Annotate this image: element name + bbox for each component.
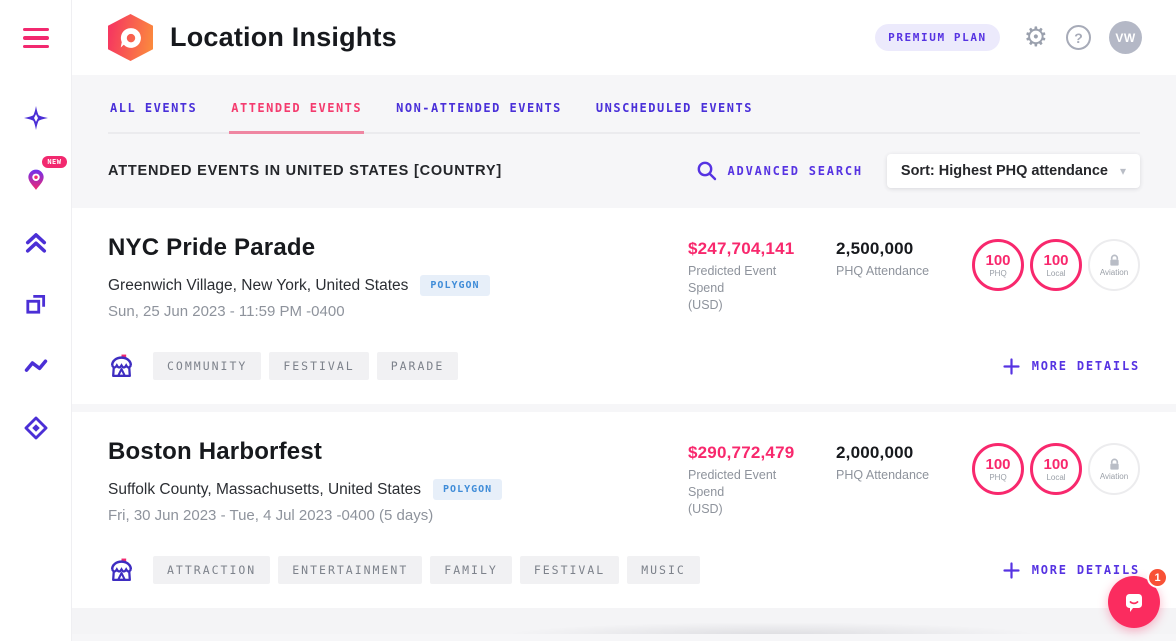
- hamburger-icon: [23, 28, 49, 31]
- tab-all-events[interactable]: ALL EVENTS: [108, 87, 199, 132]
- lock-icon: [1108, 458, 1121, 471]
- category-tag: FAMILY: [430, 556, 512, 584]
- overlapping-squares-icon: [24, 292, 48, 316]
- event-location: Greenwich Village, New York, United Stat…: [108, 277, 408, 295]
- phq-attendance-label: PHQ Attendance: [836, 467, 948, 484]
- main-area: Location Insights PREMIUM PLAN ⚙ ? VW AL…: [72, 0, 1176, 641]
- sort-dropdown[interactable]: Sort: Highest PHQ attendance ▾: [887, 154, 1140, 188]
- search-icon: [696, 160, 718, 182]
- tab-attended-events[interactable]: ATTENDED EVENTS: [229, 87, 364, 134]
- sidebar-item-events[interactable]: [16, 284, 56, 324]
- plus-icon: [1003, 562, 1020, 579]
- polygon-badge: POLYGON: [420, 275, 489, 296]
- page-title: Location Insights: [170, 22, 875, 53]
- new-badge: NEW: [42, 156, 66, 168]
- phq-attendance-value: 2,500,000: [836, 239, 948, 259]
- sparkle-icon: [24, 106, 48, 130]
- gear-icon: ⚙: [1024, 24, 1048, 51]
- sidebar-item-rank[interactable]: [16, 222, 56, 262]
- category-tag: COMMUNITY: [153, 352, 261, 380]
- phq-rank-badge: 100 PHQ: [972, 443, 1024, 495]
- rank-badges: 100 PHQ 100 Local Aviation: [972, 443, 1140, 495]
- section-title: ATTENDED EVENTS IN UNITED STATES [COUNTR…: [108, 163, 696, 179]
- category-tag: ATTRACTION: [153, 556, 270, 584]
- help-button[interactable]: ?: [1066, 25, 1091, 50]
- category-tag: MUSIC: [627, 556, 700, 584]
- app-logo: [108, 14, 153, 61]
- results-toolbar: ATTENDED EVENTS IN UNITED STATES [COUNTR…: [72, 134, 1176, 208]
- pin-logo-icon: [117, 24, 145, 52]
- event-title: Boston Harborfest: [108, 438, 688, 466]
- local-rank-badge: 100 Local: [1030, 239, 1082, 291]
- plus-icon: [1003, 358, 1020, 375]
- app-header: Location Insights PREMIUM PLAN ⚙ ? VW: [72, 0, 1176, 75]
- app-window: NEW: [0, 0, 1176, 641]
- event-card: NYC Pride Parade Greenwich Village, New …: [72, 208, 1176, 404]
- more-details-button[interactable]: MORE DETAILS: [1003, 562, 1140, 579]
- help-icon: ?: [1066, 25, 1091, 50]
- lock-icon: [1108, 254, 1121, 267]
- category-tag: PARADE: [377, 352, 459, 380]
- user-avatar[interactable]: VW: [1109, 21, 1142, 54]
- event-stats: $290,772,479 Predicted Event Spend (USD)…: [688, 438, 1140, 518]
- event-date: Fri, 30 Jun 2023 - Tue, 4 Jul 2023 -0400…: [108, 507, 688, 524]
- settings-button[interactable]: ⚙: [1024, 24, 1048, 51]
- advanced-search-button[interactable]: ADVANCED SEARCH: [696, 160, 863, 182]
- sidebar-item-trends[interactable]: [16, 346, 56, 386]
- plan-badge: PREMIUM PLAN: [875, 24, 1000, 51]
- predicted-spend-value: $247,704,141: [688, 239, 812, 259]
- sidebar-item-insights[interactable]: [16, 98, 56, 138]
- card-divider: [72, 404, 1176, 412]
- map-pin-icon: [24, 168, 48, 192]
- menu-toggle-button[interactable]: [23, 28, 49, 48]
- next-card-peek: [72, 608, 1176, 634]
- sidebar-item-api[interactable]: [16, 408, 56, 448]
- diamond-arrows-icon: [23, 415, 49, 441]
- festival-tent-icon: [108, 557, 135, 584]
- tab-non-attended-events[interactable]: NON-ATTENDED EVENTS: [394, 87, 564, 132]
- chat-bubble-icon: [1121, 589, 1147, 615]
- event-date: Sun, 25 Jun 2023 - 11:59 PM -0400: [108, 303, 688, 320]
- event-location: Suffolk County, Massachusetts, United St…: [108, 481, 421, 499]
- sidebar-nav: NEW: [16, 98, 56, 448]
- category-tags: COMMUNITY FESTIVAL PARADE: [108, 352, 458, 380]
- sidebar: NEW: [0, 0, 72, 641]
- aviation-rank-badge-locked: Aviation: [1088, 239, 1140, 291]
- phq-attendance-value: 2,000,000: [836, 443, 948, 463]
- chevron-down-icon: ▾: [1120, 164, 1126, 178]
- category-tag: ENTERTAINMENT: [278, 556, 422, 584]
- category-tag: FESTIVAL: [520, 556, 619, 584]
- aviation-rank-badge-locked: Aviation: [1088, 443, 1140, 495]
- local-rank-badge: 100 Local: [1030, 443, 1082, 495]
- festival-tent-icon: [108, 353, 135, 380]
- double-chevron-up-icon: [23, 229, 49, 255]
- events-tab-bar: ALL EVENTS ATTENDED EVENTS NON-ATTENDED …: [108, 75, 1140, 134]
- sidebar-item-locations[interactable]: NEW: [16, 160, 56, 200]
- predicted-spend-label: Predicted Event Spend: [688, 468, 776, 499]
- event-card: Boston Harborfest Suffolk County, Massac…: [72, 412, 1176, 608]
- chat-unread-badge: 1: [1147, 567, 1168, 588]
- phq-attendance-label: PHQ Attendance: [836, 263, 948, 280]
- phq-rank-badge: 100 PHQ: [972, 239, 1024, 291]
- tab-unscheduled-events[interactable]: UNSCHEDULED EVENTS: [594, 87, 755, 132]
- sort-selected-value: Sort: Highest PHQ attendance: [901, 163, 1108, 179]
- predicted-spend-value: $290,772,479: [688, 443, 812, 463]
- polygon-badge: POLYGON: [433, 479, 502, 500]
- category-tag: FESTIVAL: [269, 352, 368, 380]
- advanced-search-label: ADVANCED SEARCH: [728, 164, 863, 178]
- rank-badges: 100 PHQ 100 Local Aviation: [972, 239, 1140, 291]
- category-tags: ATTRACTION ENTERTAINMENT FAMILY FESTIVAL…: [108, 556, 700, 584]
- pulse-icon: [23, 353, 49, 379]
- more-details-button[interactable]: MORE DETAILS: [1003, 358, 1140, 375]
- predicted-spend-label: Predicted Event Spend: [688, 264, 776, 295]
- event-stats: $247,704,141 Predicted Event Spend (USD)…: [688, 234, 1140, 314]
- event-title: NYC Pride Parade: [108, 234, 688, 262]
